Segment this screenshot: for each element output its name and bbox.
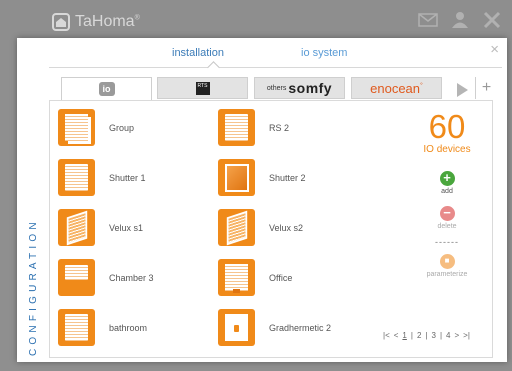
device-item[interactable]: Chamber 3 — [58, 259, 154, 296]
page-separator: | — [439, 331, 443, 340]
protocol-tab-io[interactable]: io — [61, 77, 152, 101]
window-icon — [218, 159, 255, 196]
shutter-door-icon — [218, 259, 255, 296]
page-link[interactable]: 3 — [431, 331, 435, 340]
device-name: Shutter 2 — [269, 172, 306, 183]
section-label: CONFIGURATION — [27, 218, 41, 356]
house-icon — [52, 13, 70, 31]
next-page-button[interactable]: > — [454, 331, 459, 340]
add-label: add — [441, 188, 453, 195]
device-name: bathroom — [109, 322, 148, 333]
delete-icon: − — [439, 206, 455, 221]
device-item[interactable]: Shutter 1 — [58, 159, 146, 196]
device-name: Chamber 3 — [109, 272, 154, 283]
app-name-text: TaHoma — [75, 13, 135, 30]
shutter-icon — [218, 109, 255, 146]
delete-label: delete — [437, 223, 457, 230]
device-item[interactable]: bathroom — [58, 309, 147, 346]
io-logo-icon: io — [98, 82, 115, 96]
device-item[interactable]: Shutter 2 — [218, 159, 306, 196]
device-item[interactable]: Group — [58, 109, 134, 146]
next-protocol-icon[interactable] — [457, 83, 468, 97]
page-link[interactable]: 1 — [402, 331, 406, 340]
device-name: Velux s1 — [109, 222, 144, 233]
tab-bar: installation io system — [17, 38, 507, 74]
delete-button[interactable]: − delete — [412, 206, 482, 231]
device-count: 60 IO devices — [402, 108, 492, 156]
shutter-icon — [58, 159, 95, 196]
device-item[interactable]: RS 2 — [218, 109, 289, 146]
enocean-logo: enocean° — [370, 81, 423, 96]
device-name: Shutter 1 — [109, 172, 146, 183]
device-name: Group — [109, 122, 135, 133]
rts-logo-icon: RTS — [195, 81, 210, 95]
device-name: Velux s2 — [269, 222, 304, 233]
add-icon: + — [439, 171, 455, 186]
enocean-text: enocean — [370, 80, 421, 96]
device-name: Office — [269, 272, 293, 283]
first-page-button[interactable]: |< — [383, 331, 390, 340]
protocol-tab-rts[interactable]: RTS — [157, 77, 248, 99]
last-page-button[interactable]: >| — [463, 331, 470, 340]
device-item[interactable]: Velux s1 — [58, 209, 143, 246]
others-label: others — [266, 84, 287, 92]
page-separator: | — [425, 331, 428, 340]
tab-divider — [49, 67, 502, 68]
user-icon[interactable] — [450, 11, 470, 29]
page-link[interactable]: 4 — [446, 331, 450, 340]
tahoma-logo[interactable]: TaHoma® — [52, 13, 140, 31]
protocol-tabs: io RTS others somfy enocean° + — [61, 76, 491, 102]
page-link[interactable]: 2 — [417, 331, 421, 340]
group-shutter-icon — [58, 109, 95, 146]
device-item[interactable]: Velux s2 — [218, 209, 303, 246]
roof-window-icon — [218, 209, 255, 246]
action-separator: ------ — [435, 237, 459, 247]
half-shutter-icon — [58, 259, 95, 296]
enocean-trademark: ° — [420, 82, 423, 90]
page-separator: | — [410, 331, 413, 340]
device-count-label: IO devices — [423, 144, 471, 155]
app-trademark: ® — [134, 14, 140, 22]
device-item[interactable]: Office — [218, 259, 292, 296]
mail-icon[interactable] — [418, 11, 438, 29]
device-name: RS 2 — [269, 122, 290, 133]
app-name: TaHoma® — [75, 13, 140, 31]
configuration-dialog: × installation io system io RTS others s… — [17, 38, 507, 362]
device-name: Gradhermetic 2 — [269, 322, 332, 333]
parameterize-label: parameterize — [426, 271, 468, 278]
section-label-text: CONFIGURATION — [28, 218, 39, 356]
roof-window-icon — [58, 209, 95, 246]
pagination: |< < 1 | 2 | 3 | 4 > >| — [383, 331, 470, 340]
protocol-tab-enocean[interactable]: enocean° — [351, 77, 442, 99]
add-button[interactable]: + add — [412, 171, 482, 195]
prev-page-button[interactable]: < — [394, 331, 399, 340]
top-bar: TaHoma® — [0, 0, 512, 40]
device-item[interactable]: Gradhermetic 2 — [218, 309, 331, 346]
tab-io-system[interactable]: io system — [301, 47, 347, 59]
protocol-tab-somfy[interactable]: others somfy — [254, 77, 345, 99]
add-protocol-button[interactable]: + — [475, 77, 497, 99]
somfy-logo: somfy — [288, 80, 333, 96]
active-tab-pointer — [207, 61, 220, 74]
tools-icon[interactable] — [482, 11, 502, 29]
tab-installation[interactable]: installation — [172, 47, 224, 59]
shutter-icon — [58, 309, 95, 346]
garage-icon — [218, 309, 255, 346]
device-count-number: 60 — [428, 108, 466, 145]
parameterize-button[interactable]: ■ parameterize — [412, 254, 482, 278]
parameterize-icon: ■ — [439, 254, 455, 269]
